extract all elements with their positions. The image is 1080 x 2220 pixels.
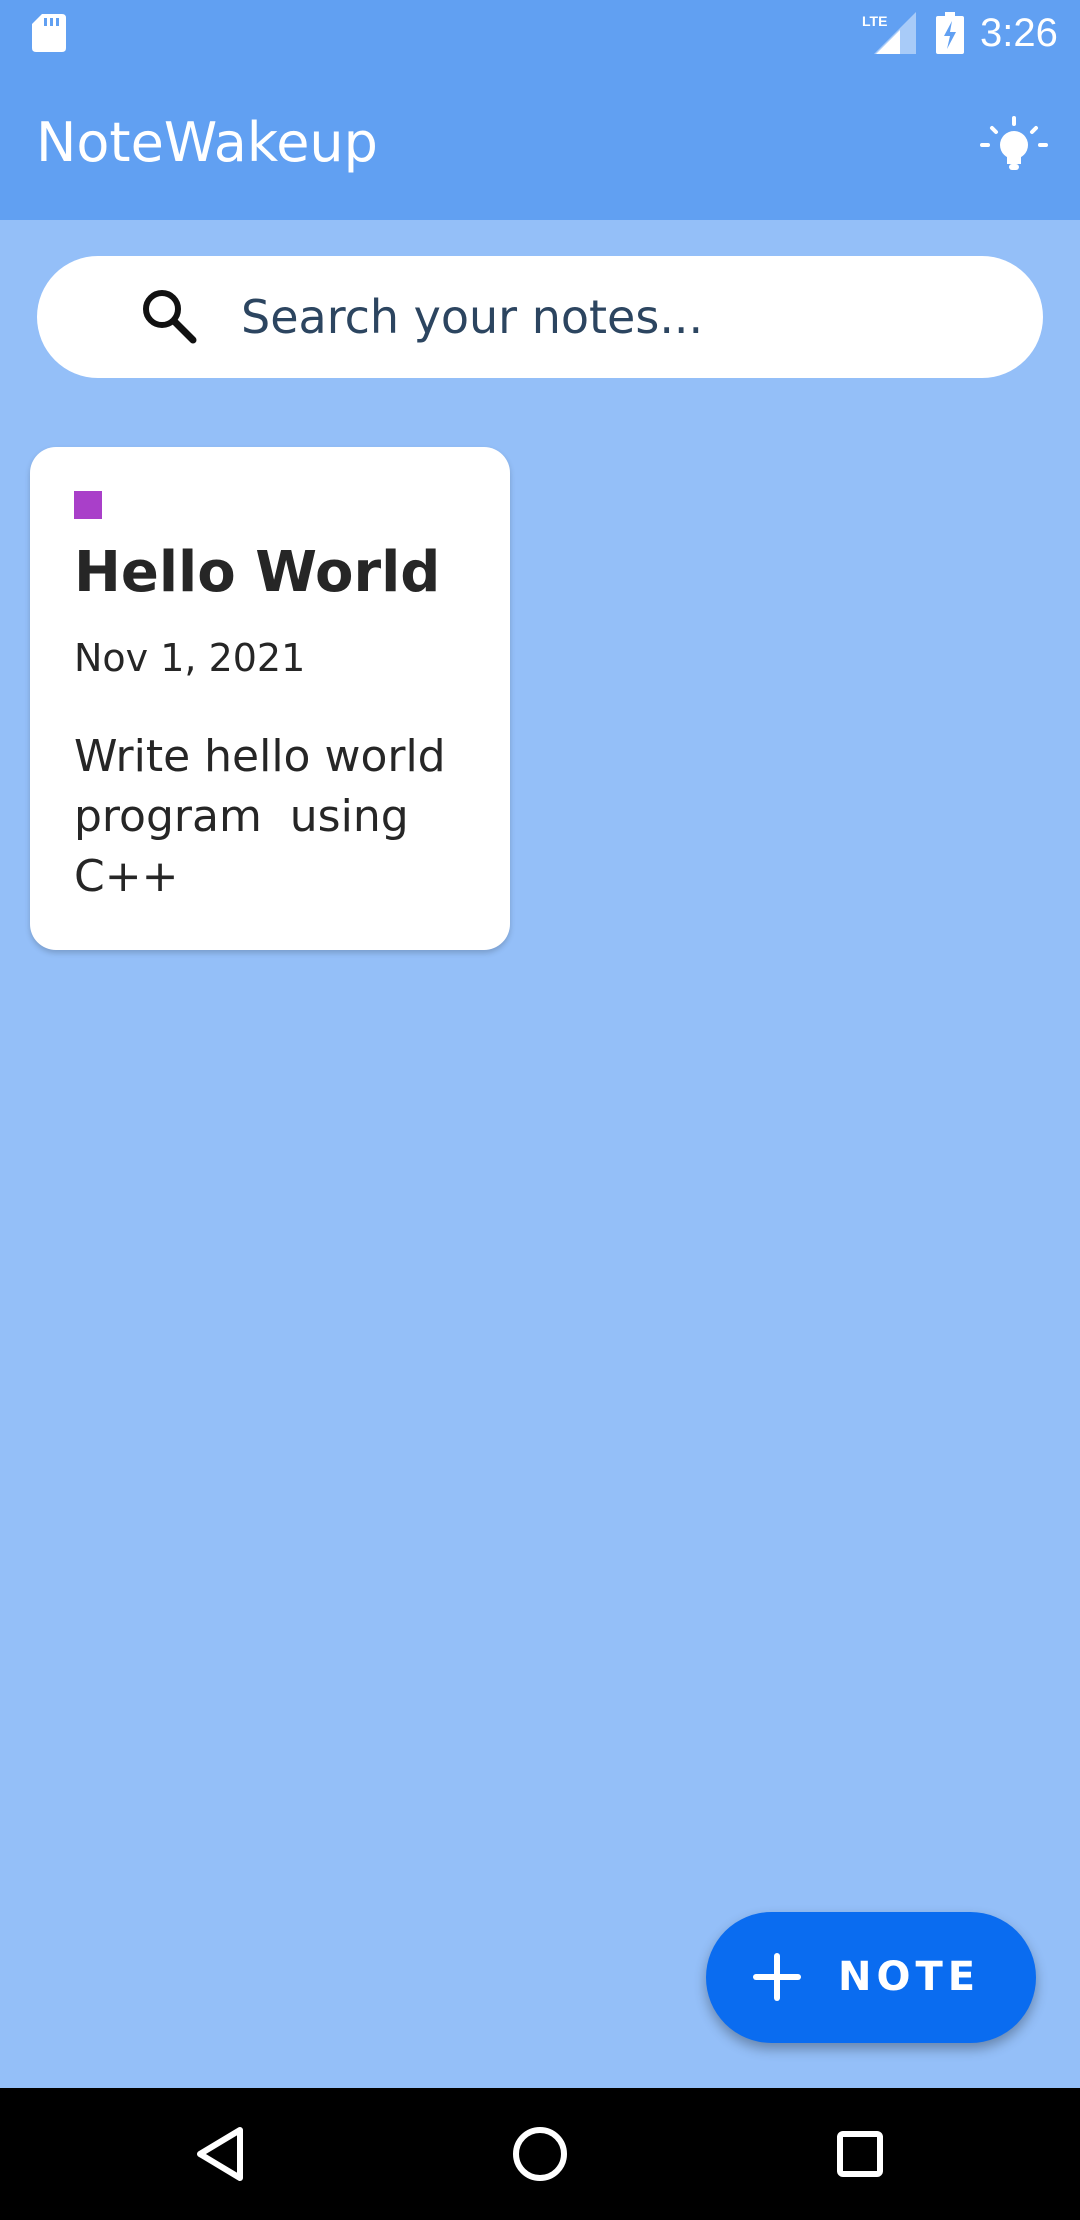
status-bar: LTE 3:26 [0,0,1080,66]
note-date: Nov 1, 2021 [74,636,306,680]
navigation-bar [0,2088,1080,2220]
screen: LTE 3:26 NoteWakeup Hello Wor [0,0,1080,2220]
add-note-button[interactable]: NOTE [706,1912,1036,2043]
lte-label: LTE [862,13,887,29]
lightbulb-icon[interactable] [978,112,1050,184]
sd-card-icon [32,14,66,52]
battery-charging-icon [936,12,964,54]
add-note-label: NOTE [838,1954,981,2000]
recents-icon[interactable] [820,2114,900,2194]
status-time: 3:26 [980,11,1058,55]
note-title: Hello World [74,540,441,605]
note-body: Write hello world program using C++ [74,731,460,902]
search-bar[interactable] [37,256,1043,378]
search-icon [143,290,197,344]
lte-signal-icon: LTE [862,12,916,54]
note-card[interactable]: Hello World Nov 1, 2021 Write hello worl… [30,447,510,950]
plus-icon [753,1953,801,2001]
home-icon[interactable] [500,2114,580,2194]
app-title: NoteWakeup [36,111,378,174]
note-color-indicator [74,491,102,519]
search-input[interactable] [205,280,1021,354]
back-icon[interactable] [180,2114,260,2194]
app-bar: NoteWakeup [0,66,1080,220]
